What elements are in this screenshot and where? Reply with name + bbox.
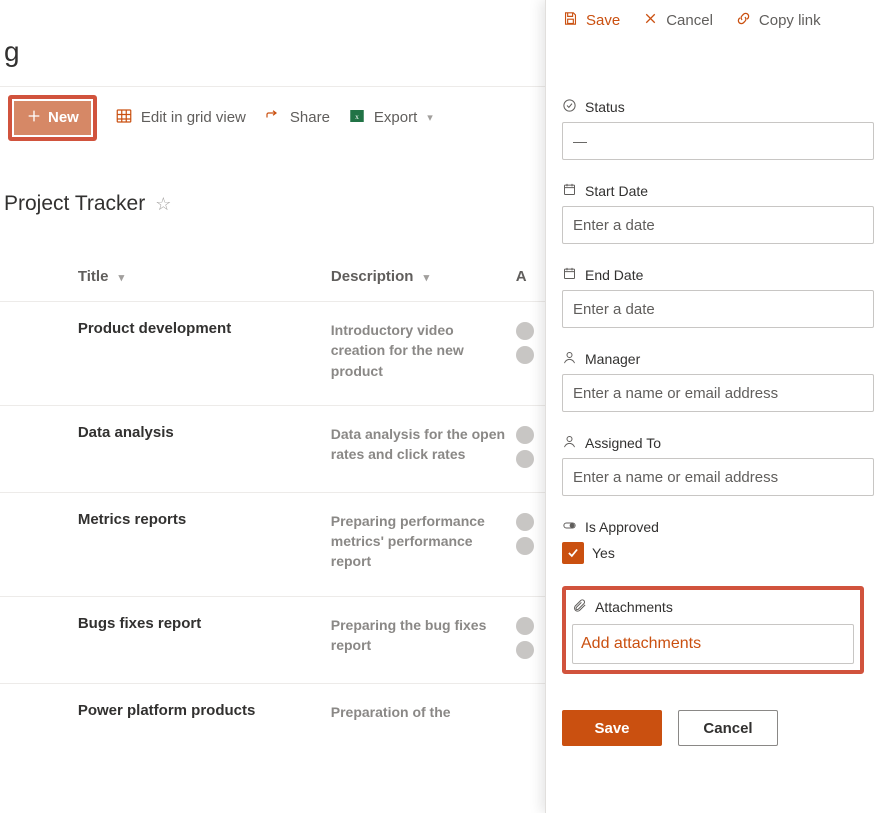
export-label: Export — [374, 109, 417, 126]
cancel-button[interactable]: Cancel — [678, 710, 778, 746]
save-button[interactable]: Save — [562, 710, 662, 746]
panel-save-button[interactable]: Save — [562, 10, 620, 31]
row-description: Preparing performance metrics' performan… — [331, 511, 516, 572]
column-header-description-label: Description — [331, 268, 414, 285]
is-approved-label: Is Approved — [585, 519, 659, 535]
add-attachments-link[interactable]: Add attachments — [572, 624, 854, 664]
avatar — [516, 426, 534, 444]
start-date-label: Start Date — [585, 183, 648, 199]
breadcrumb-fragment: ɡ — [4, 36, 20, 68]
avatar — [516, 346, 534, 364]
edit-in-grid-label: Edit in grid view — [141, 109, 246, 126]
form-panel: Save Cancel Copy link Status — — [545, 0, 874, 813]
share-button[interactable]: Share — [264, 107, 330, 129]
share-icon — [264, 107, 282, 129]
row-title: Product development — [78, 320, 331, 381]
row-description: Preparation of the — [331, 702, 516, 722]
field-assigned: Assigned To — [562, 434, 874, 496]
status-input[interactable]: — — [562, 122, 874, 160]
grid-header: Title ▾ Description ▾ A — [0, 252, 545, 302]
list-grid: Title ▾ Description ▾ A Product developm… — [0, 252, 545, 746]
panel-toolbar: Save Cancel Copy link — [546, 0, 874, 40]
avatar — [516, 537, 534, 555]
manager-label: Manager — [585, 351, 640, 367]
column-header-title-label: Title — [78, 268, 109, 285]
calendar-icon — [562, 266, 577, 284]
calendar-icon — [562, 182, 577, 200]
start-date-input[interactable] — [562, 206, 874, 244]
row-description: Data analysis for the open rates and cli… — [331, 424, 516, 468]
attachments-label: Attachments — [595, 599, 673, 615]
row-description: Preparing the bug fixes report — [331, 615, 516, 659]
row-title: Data analysis — [78, 424, 331, 468]
assigned-field[interactable] — [573, 469, 863, 486]
row-description: Introductory video creation for the new … — [331, 320, 516, 381]
plus-icon — [26, 108, 42, 128]
row-title: Bugs fixes report — [78, 615, 331, 659]
avatar — [516, 641, 534, 659]
field-is-approved: Is Approved Yes — [562, 518, 874, 564]
table-row[interactable]: Power platform products Preparation of t… — [0, 684, 545, 746]
manager-input[interactable] — [562, 374, 874, 412]
attachment-icon — [572, 598, 587, 616]
excel-icon: x — [348, 107, 366, 129]
svg-text:x: x — [355, 112, 359, 121]
list-title: Project Tracker — [4, 192, 145, 216]
table-row[interactable]: Product development Introductory video c… — [0, 302, 545, 406]
field-start-date: Start Date — [562, 182, 874, 244]
new-button-highlight: New — [8, 95, 97, 141]
chevron-down-icon: ▾ — [424, 272, 430, 284]
row-title: Metrics reports — [78, 511, 331, 572]
end-date-label: End Date — [585, 267, 643, 283]
share-label: Share — [290, 109, 330, 126]
end-date-input[interactable] — [562, 290, 874, 328]
panel-copylink-button[interactable]: Copy link — [735, 10, 821, 31]
grid-icon — [115, 107, 133, 129]
status-value: — — [573, 133, 587, 149]
status-label: Status — [585, 99, 625, 115]
assigned-label: Assigned To — [585, 435, 661, 451]
panel-footer: Save Cancel — [562, 710, 874, 746]
field-status: Status — — [562, 98, 874, 160]
is-approved-checkbox[interactable] — [562, 542, 584, 564]
avatar — [516, 450, 534, 468]
chevron-down-icon: ▾ — [427, 111, 433, 124]
avatar — [516, 322, 534, 340]
save-icon — [562, 10, 579, 31]
table-row[interactable]: Data analysis Data analysis for the open… — [0, 406, 545, 493]
avatar — [516, 513, 534, 531]
export-button[interactable]: x Export ▾ — [348, 107, 433, 129]
column-header-title[interactable]: Title ▾ — [78, 268, 331, 285]
panel-cancel-button[interactable]: Cancel — [642, 10, 713, 31]
assigned-input[interactable] — [562, 458, 874, 496]
person-icon — [562, 434, 577, 452]
close-icon — [642, 10, 659, 31]
panel-copylink-label: Copy link — [759, 12, 821, 29]
panel-cancel-label: Cancel — [666, 12, 713, 29]
end-date-field[interactable] — [573, 301, 863, 318]
status-icon — [562, 98, 577, 116]
is-approved-value: Yes — [592, 545, 615, 561]
table-row[interactable]: Metrics reports Preparing performance me… — [0, 493, 545, 597]
table-row[interactable]: Bugs fixes report Preparing the bug fixe… — [0, 597, 545, 684]
edit-in-grid-button[interactable]: Edit in grid view — [115, 107, 246, 129]
toggle-icon — [562, 518, 577, 536]
chevron-down-icon: ▾ — [119, 272, 125, 284]
field-end-date: End Date — [562, 266, 874, 328]
start-date-field[interactable] — [573, 217, 863, 234]
person-icon — [562, 350, 577, 368]
new-button-label: New — [48, 109, 79, 126]
column-header-description[interactable]: Description ▾ — [331, 268, 516, 285]
list-toolbar: New Edit in grid view Share x Export ▾ — [0, 86, 545, 148]
favorite-icon[interactable]: ☆ — [155, 194, 171, 215]
new-button[interactable]: New — [14, 101, 91, 135]
link-icon — [735, 10, 752, 31]
manager-field[interactable] — [573, 385, 863, 402]
field-manager: Manager — [562, 350, 874, 412]
attachments-highlight: Attachments Add attachments — [562, 586, 864, 674]
avatar — [516, 617, 534, 635]
column-header-extra[interactable]: A — [516, 268, 545, 285]
row-title: Power platform products — [78, 702, 331, 722]
panel-save-label: Save — [586, 12, 620, 29]
